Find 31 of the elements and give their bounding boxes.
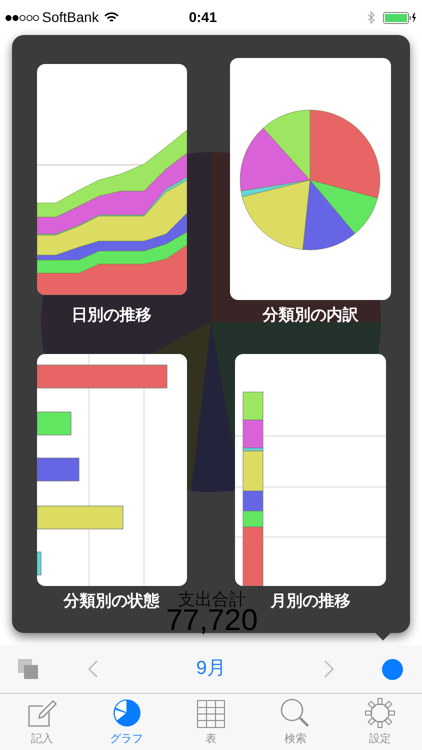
search-icon: [280, 698, 310, 728]
tab[interactable]: 設定: [338, 695, 422, 750]
grid-icon: [196, 700, 225, 728]
wifi-icon: [104, 12, 119, 23]
graph-title: 月別の推移: [270, 592, 350, 612]
tab[interactable]: グラフ: [84, 695, 169, 750]
settings-icon: [364, 698, 395, 728]
graph-thumbnail[interactable]: [230, 58, 391, 300]
graph-thumbnail[interactable]: [36, 64, 186, 295]
tab[interactable]: 記入: [0, 695, 84, 750]
graph-title: 日別の推移: [72, 306, 152, 326]
tab[interactable]: 表: [168, 695, 254, 750]
graph-title: 分類別の内訳: [262, 306, 358, 326]
graph-thumbnail[interactable]: [36, 354, 186, 586]
graph-title: 分類別の状態: [64, 591, 160, 612]
squares-icon[interactable]: [18, 659, 38, 679]
tab[interactable]: 検索: [253, 695, 338, 750]
clock: 0:41: [188, 8, 217, 27]
dot-icon[interactable]: [382, 658, 403, 680]
chart-bar: [36, 458, 79, 482]
chart-bar: [36, 412, 71, 436]
graph-thumbnail[interactable]: [235, 354, 386, 586]
carrier-name: SoftBank: [42, 8, 99, 27]
pencil-icon: [27, 700, 58, 728]
chart-bar: [36, 552, 41, 576]
month-title: 9月: [196, 656, 226, 681]
battery-icon: [383, 12, 417, 24]
pie-chart-icon: [112, 698, 142, 728]
signal-icon: [5, 14, 39, 22]
bar-segment: [242, 392, 264, 420]
bluetooth-icon: [367, 11, 375, 24]
